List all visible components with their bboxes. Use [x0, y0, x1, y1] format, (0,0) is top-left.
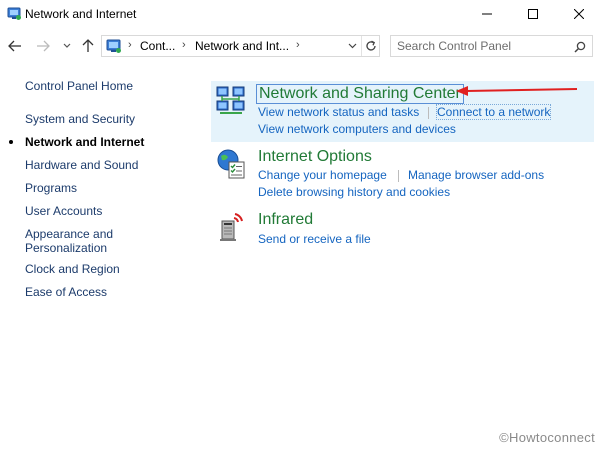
connect-to-network-link[interactable]: Connect to a network	[435, 104, 552, 120]
breadcrumb-chevron-icon[interactable]: ›	[296, 39, 300, 51]
back-arrow-icon	[8, 40, 21, 52]
control-panel-icon	[106, 38, 122, 54]
breadcrumb-control-panel[interactable]: Cont...	[140, 39, 175, 53]
breadcrumb-network-and-internet[interactable]: Network and Int...	[195, 39, 289, 53]
view-network-computers-link[interactable]: View network computers and devices	[258, 122, 456, 136]
infrared-link[interactable]: Infrared	[258, 211, 313, 229]
refresh-button[interactable]	[361, 36, 380, 56]
task-separator	[398, 170, 399, 182]
chevron-down-icon	[348, 43, 356, 49]
network-sharing-icon[interactable]	[215, 84, 247, 116]
up-button[interactable]	[79, 37, 97, 55]
sidebar-item-clock-and-region[interactable]: Clock and Region	[25, 262, 120, 276]
sidebar-item-appearance-and-personalization[interactable]: Appearance and Personalization	[25, 227, 113, 255]
refresh-icon	[366, 40, 376, 51]
search-icon[interactable]	[574, 40, 586, 53]
search-box[interactable]	[390, 35, 593, 57]
control-panel-icon	[7, 6, 22, 21]
up-arrow-icon	[82, 39, 94, 52]
recent-locations-button[interactable]	[60, 37, 74, 55]
network-and-sharing-center-link[interactable]: Network and Sharing Center	[256, 84, 464, 104]
window-title: Network and Internet	[25, 7, 137, 21]
delete-browsing-history-link[interactable]: Delete browsing history and cookies	[258, 185, 450, 199]
sidebar-item-system-and-security[interactable]: System and Security	[25, 112, 135, 126]
task-separator	[428, 107, 429, 119]
sidebar-item-user-accounts[interactable]: User Accounts	[25, 204, 102, 218]
maximize-icon	[528, 9, 538, 19]
sidebar-item-ease-of-access[interactable]: Ease of Access	[25, 285, 107, 299]
infrared-icon[interactable]	[215, 210, 247, 242]
minimize-button[interactable]	[464, 0, 510, 28]
sidebar-item-control-panel-home[interactable]: Control Panel Home	[25, 79, 133, 93]
forward-arrow-icon	[37, 40, 50, 52]
chevron-down-icon	[63, 43, 71, 48]
back-button[interactable]	[6, 37, 24, 55]
active-item-bullet	[9, 140, 13, 144]
internet-options-link[interactable]: Internet Options	[258, 148, 372, 166]
forward-button[interactable]	[34, 37, 52, 55]
view-network-status-link[interactable]: View network status and tasks	[258, 105, 419, 119]
send-or-receive-file-link[interactable]: Send or receive a file	[258, 232, 371, 246]
change-homepage-link[interactable]: Change your homepage	[258, 168, 387, 182]
address-bar[interactable]: › Cont... › Network and Int... ›	[101, 35, 380, 57]
sidebar-item-hardware-and-sound[interactable]: Hardware and Sound	[25, 158, 138, 172]
maximize-button[interactable]	[510, 0, 556, 28]
breadcrumb-chevron-icon: ›	[182, 39, 186, 51]
manage-browser-addons-link[interactable]: Manage browser add-ons	[408, 168, 544, 182]
internet-options-icon[interactable]	[215, 148, 247, 180]
search-input[interactable]	[397, 38, 567, 54]
annotation-arrow-icon	[456, 86, 578, 96]
breadcrumb-chevron-icon: ›	[128, 39, 132, 51]
watermark: ©Howtoconnect	[499, 430, 595, 445]
sidebar-item-network-and-internet: Network and Internet	[25, 135, 145, 149]
address-dropdown-button[interactable]	[344, 36, 360, 56]
close-icon	[574, 9, 584, 19]
sidebar-item-programs[interactable]: Programs	[25, 181, 77, 195]
title-bar: Network and Internet	[0, 0, 602, 28]
minimize-icon	[482, 13, 492, 15]
close-button[interactable]	[556, 0, 602, 28]
